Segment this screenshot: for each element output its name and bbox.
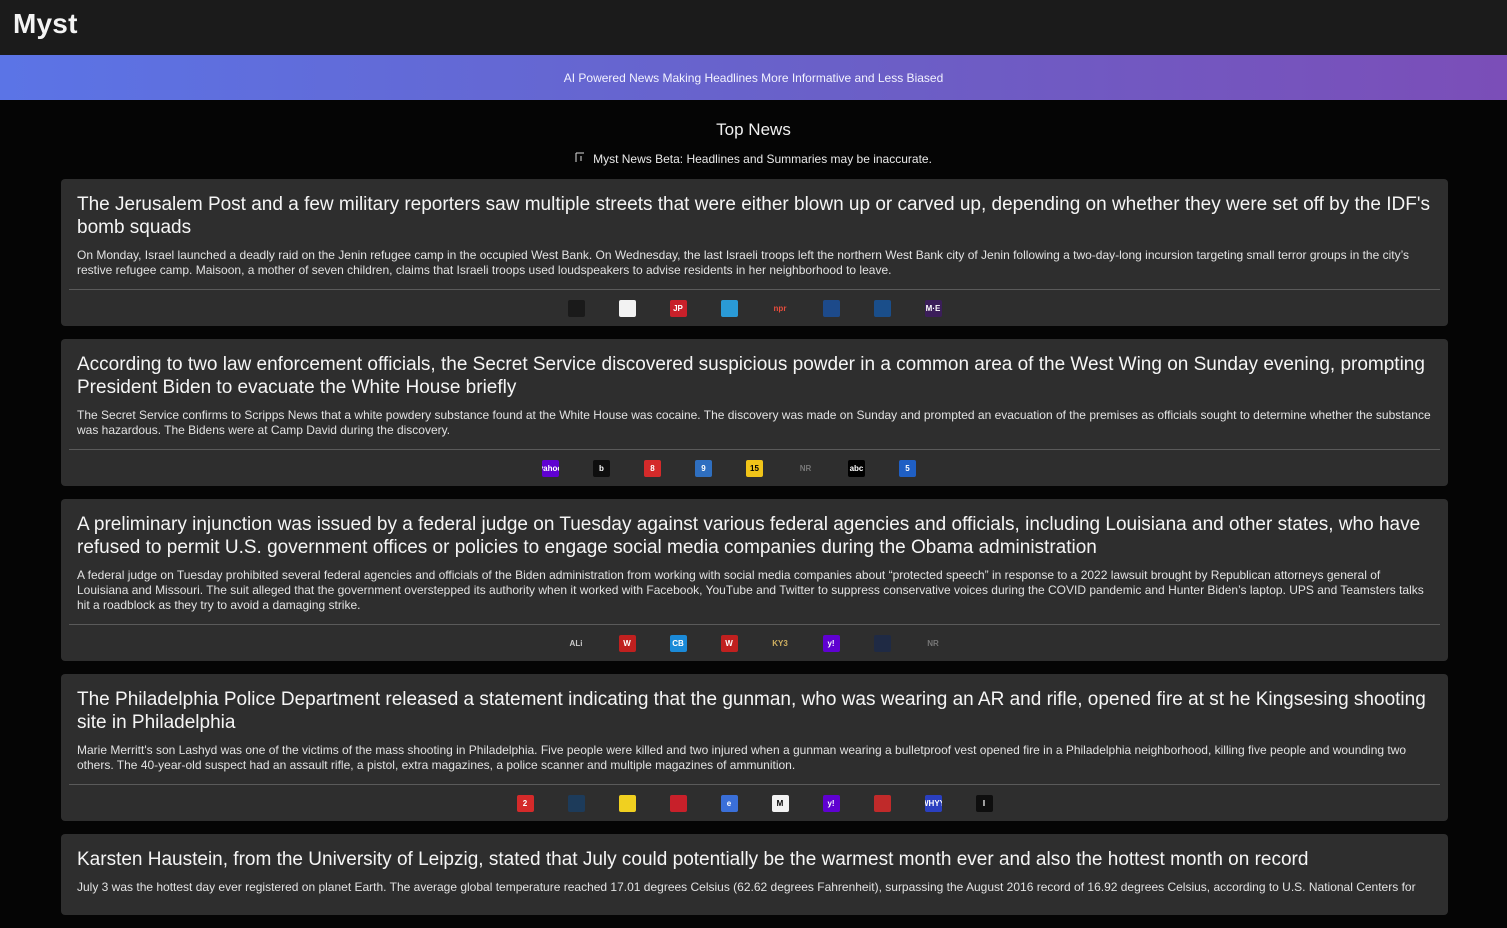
app-logo[interactable]: Myst	[13, 8, 78, 40]
source-logo-grey-icon[interactable]	[950, 459, 967, 477]
header-bar: Myst	[0, 0, 1507, 55]
story-headline[interactable]: The Jerusalem Post and a few military re…	[77, 193, 1432, 239]
info-icon	[575, 152, 585, 162]
source-logo-news-dark-icon[interactable]	[567, 794, 585, 812]
source-list: ALi W CB W KY3 y! NR	[77, 625, 1432, 661]
source-logo-8-icon[interactable]: 8	[644, 459, 661, 477]
source-logo-5-icon[interactable]: 5	[899, 459, 916, 477]
source-logo-red-shape-icon[interactable]	[873, 794, 891, 812]
news-feed: The Jerusalem Post and a few military re…	[61, 179, 1448, 928]
tagline-banner: AI Powered News Making Headlines More In…	[0, 55, 1507, 100]
source-list: JP npr M·E	[77, 290, 1432, 326]
story-summary: A federal judge on Tuesday prohibited se…	[77, 568, 1424, 612]
source-logo-yahoo-y-icon[interactable]: y!	[822, 634, 840, 652]
source-logo-globe-icon[interactable]: e	[720, 794, 738, 812]
source-logo-teal-icon[interactable]	[720, 299, 738, 317]
story-headline[interactable]: The Philadelphia Police Department relea…	[77, 688, 1432, 734]
section-title: Top News	[716, 120, 791, 139]
story-card[interactable]: Karsten Haustein, from the University of…	[61, 834, 1448, 915]
story-card[interactable]: The Jerusalem Post and a few military re…	[61, 179, 1448, 326]
source-logo-mee-icon[interactable]: M·E	[924, 299, 942, 317]
source-list: 2 e My! WHYY I	[77, 785, 1432, 821]
story-summary: July 3 was the hottest day ever register…	[77, 880, 1416, 894]
source-logo-dark-icon[interactable]	[873, 634, 891, 652]
source-logo-cbs15-icon[interactable]: 15	[746, 459, 763, 477]
source-logo-cbs-icon[interactable]: CB	[669, 634, 687, 652]
source-logo-w-red-2-icon[interactable]: W	[720, 634, 738, 652]
story-summary: The Secret Service confirms to Scripps N…	[77, 408, 1431, 437]
source-list: yahoo b 8 9 15 NR abc 5	[77, 450, 1432, 486]
source-logo-white-block-icon[interactable]	[618, 299, 636, 317]
source-logo-times-of-israel-icon[interactable]	[822, 299, 840, 317]
source-logo-2-icon[interactable]: 2	[516, 794, 534, 812]
story-summary: On Monday, Israel launched a deadly raid…	[77, 248, 1410, 277]
source-logo-ky3-icon[interactable]: KY3	[771, 634, 789, 652]
story-headline[interactable]: Karsten Haustein, from the University of…	[77, 848, 1432, 871]
source-logo-nr-2-icon[interactable]: NR	[924, 634, 942, 652]
source-logo-m-icon[interactable]: M	[771, 794, 789, 812]
source-logo-daily-voice-icon[interactable]	[669, 794, 687, 812]
story-headline[interactable]: According to two law enforcement officia…	[77, 353, 1432, 399]
source-logo-nr-icon[interactable]: NR	[797, 459, 814, 477]
story-headline[interactable]: A preliminary injunction was issued by a…	[77, 513, 1432, 559]
source-logo-blue-figure-icon[interactable]	[567, 299, 585, 317]
source-logo-b-icon[interactable]: b	[593, 459, 610, 477]
source-logo-i-icon[interactable]: I	[975, 794, 993, 812]
disclaimer-text: Myst News Beta: Headlines and Summaries …	[593, 152, 932, 166]
story-card[interactable]: A preliminary injunction was issued by a…	[61, 499, 1448, 661]
source-logo-yahoo-icon[interactable]: yahoo	[542, 459, 559, 477]
source-logo-w-red-icon[interactable]: W	[618, 634, 636, 652]
beta-disclaimer: Myst News Beta: Headlines and Summaries …	[0, 151, 1507, 167]
story-summary: Marie Merritt's son Lashyd was one of th…	[77, 743, 1407, 772]
source-logo-jp-icon[interactable]: JP	[669, 299, 687, 317]
source-logo-yellow-icon[interactable]	[618, 794, 636, 812]
source-logo-yahoo-y-2-icon[interactable]: y!	[822, 794, 840, 812]
source-logo-abc-icon[interactable]: abc	[848, 459, 865, 477]
source-logo-ali-icon[interactable]: ALi	[567, 634, 585, 652]
source-logo-9-icon[interactable]: 9	[695, 459, 712, 477]
source-logo-npr-icon[interactable]: npr	[771, 299, 789, 317]
story-card[interactable]: According to two law enforcement officia…	[61, 339, 1448, 486]
story-card[interactable]: The Philadelphia Police Department relea…	[61, 674, 1448, 821]
source-logo-whyy-icon[interactable]: WHYY	[924, 794, 942, 812]
tagline-text: AI Powered News Making Headlines More In…	[563, 70, 944, 85]
source-logo-circle-icon[interactable]	[873, 299, 891, 317]
